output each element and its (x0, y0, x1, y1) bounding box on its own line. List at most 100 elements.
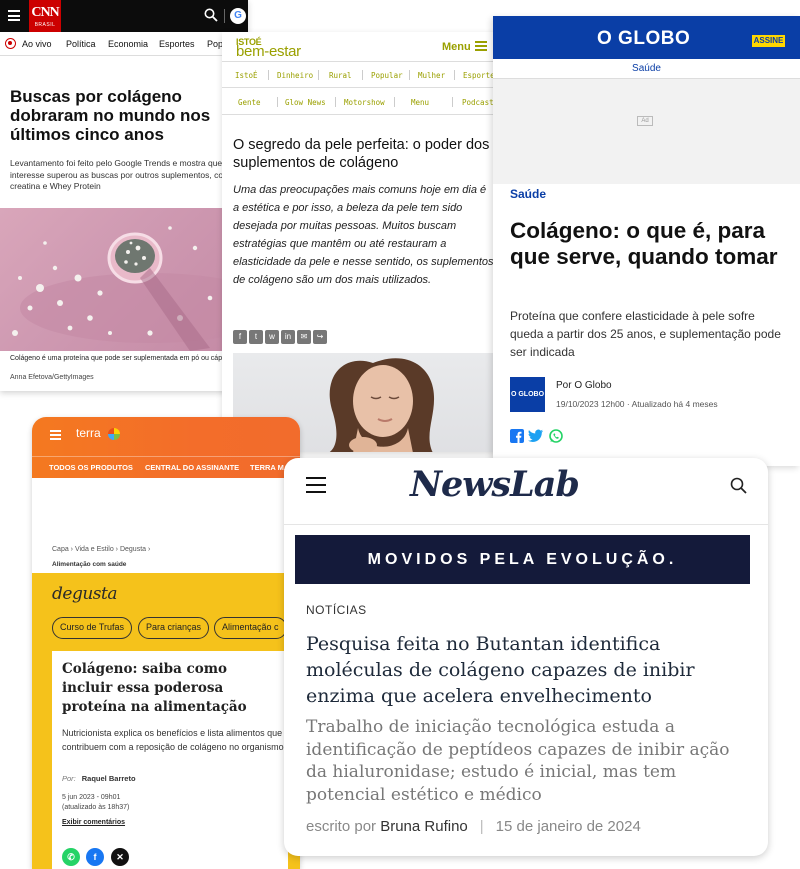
linkedin-icon[interactable]: in (281, 330, 295, 344)
nav-pop[interactable]: Pop (207, 39, 223, 49)
author-name[interactable]: Bruna Rufino (380, 818, 468, 835)
oglobo-headline: Colágeno: o que é, para que serve, quand… (510, 218, 778, 269)
section-title[interactable]: Saúde (493, 59, 800, 79)
category-link[interactable]: Glow News (285, 98, 326, 107)
terra-article-card: terra TODOS OS PRODUTOS CENTRAL DO ASSIN… (32, 417, 300, 869)
search-icon[interactable] (730, 477, 747, 494)
newslab-logo[interactable]: NewsLab (410, 464, 580, 505)
author-line: Por: Raquel Barreto (62, 774, 136, 783)
terra-subnav: TODOS OS PRODUTOS CENTRAL DO ASSINANTE T… (32, 456, 300, 478)
cnn-logo-text: CNN (31, 5, 59, 20)
live-dot-icon (5, 38, 16, 49)
category-link[interactable]: Mulher (418, 71, 445, 80)
category-link[interactable]: Dinheiro (277, 71, 313, 80)
cnn-article-card: CNN BRASIL G Ao vivo Política Economia E… (0, 0, 248, 391)
search-icon[interactable] (204, 8, 218, 22)
cnn-logo-subtext: BRASIL (34, 22, 56, 28)
publish-date: 5 jun 2023 - 09h01 (atualizado às 18h37) (62, 793, 129, 813)
terra-logo-icon (108, 428, 120, 440)
category-link[interactable]: Esporte (463, 71, 495, 80)
cnn-logo[interactable]: CNN BRASIL (29, 0, 61, 32)
photo-caption: Colágeno é uma proteína que pode ser sup… (10, 355, 239, 362)
nav-all-products[interactable]: TODOS OS PRODUTOS (49, 463, 133, 472)
whatsapp-icon[interactable] (549, 429, 563, 443)
menu-icon[interactable] (8, 10, 20, 21)
nav-economia[interactable]: Economia (108, 39, 148, 49)
category-link[interactable]: Popular (371, 71, 403, 80)
terra-logo[interactable]: terra (76, 426, 101, 440)
author-name: Por O Globo (556, 380, 612, 391)
nav-politica[interactable]: Política (66, 39, 96, 49)
share-bar: f t w in ✉ ↪ (233, 330, 329, 344)
ad-label: Ad (637, 116, 653, 126)
tag-pill[interactable]: Curso de Trufas (52, 617, 133, 639)
istoe-headline: O segredo da pele perfeita: o poder dos … (233, 137, 490, 171)
section-label[interactable]: NOTÍCIAS (306, 603, 367, 617)
nav-subscriber-center[interactable]: CENTRAL DO ASSINANTE (145, 463, 239, 472)
category-link[interactable]: Rural (329, 71, 352, 80)
menu-button[interactable]: Menu (442, 41, 471, 53)
newslab-article-card: NewsLab MOVIDOS PELA EVOLUÇÃO. NOTÍCIAS … (284, 458, 768, 856)
oglobo-logo[interactable]: O GLOBO (597, 28, 690, 50)
twitter-icon[interactable]: t (249, 330, 263, 344)
oglobo-article-card: O GLOBO ASSINE Saúde Ad Saúde Colágeno: … (493, 16, 800, 466)
subscribe-button[interactable]: ASSINE (752, 35, 785, 47)
twitter-icon[interactable] (528, 429, 544, 443)
menu-icon[interactable] (50, 430, 61, 440)
divider: | (479, 818, 484, 835)
updated-text: (atualizado às 18h37) (62, 804, 130, 811)
breadcrumb-subsection[interactable]: Alimentação com saúde (52, 561, 126, 568)
tag-pill[interactable]: Para crianças (138, 617, 210, 639)
nav-live[interactable]: Ao vivo (22, 39, 52, 49)
collagen-powder-photo (0, 208, 248, 351)
share-bar (510, 429, 563, 448)
terra-header: terra TODOS OS PRODUTOS CENTRAL DO ASSIN… (32, 417, 300, 478)
istoe-logo[interactable]: bem-estar (236, 43, 301, 60)
photo-credit: Anna Efetova/GettyImages (10, 374, 94, 381)
date-text: 5 jun 2023 - 09h01 (62, 794, 121, 801)
author-avatar: O GLOBO (510, 377, 545, 412)
istoe-body: Uma das preocupações mais comuns hoje em… (233, 184, 494, 286)
istoe-category-row-1: IstoÉ Dinheiro Rural Popular Mulher Espo… (222, 62, 502, 88)
show-comments-link[interactable]: Exibir comentários (62, 819, 125, 826)
category-link[interactable]: IstoÉ (235, 71, 258, 80)
terra-headline: Colágeno: saiba como incluir essa podero… (62, 661, 247, 715)
google-icon[interactable]: G (230, 8, 246, 24)
slogan-banner: MOVIDOS PELA EVOLUÇÃO. (295, 535, 750, 584)
category-link[interactable]: Motorshow (344, 98, 385, 107)
terra-lead: Nutricionista explica os benefícios e li… (62, 728, 284, 752)
article-kicker[interactable]: Saúde (510, 187, 546, 201)
facebook-icon[interactable]: f (233, 330, 247, 344)
cnn-topbar: CNN BRASIL G (0, 0, 248, 32)
divider (224, 9, 225, 23)
byline: escrito por Bruna Rufino | 15 de janeiro d… (306, 818, 641, 835)
author-label: Por: (62, 774, 76, 783)
menu-icon[interactable] (475, 41, 487, 51)
email-icon[interactable]: ✉ (297, 330, 311, 344)
oglobo-lead: Proteína que confere elasticidade à pele… (510, 309, 781, 359)
degusta-logo[interactable]: degusta (52, 584, 117, 604)
category-link[interactable]: Menu (411, 98, 429, 107)
nav-esportes[interactable]: Esportes (159, 39, 195, 49)
menu-icon[interactable] (306, 477, 326, 493)
facebook-icon[interactable] (510, 429, 524, 443)
whatsapp-icon[interactable]: w (265, 330, 279, 344)
whatsapp-icon[interactable]: ✆ (62, 848, 80, 866)
x-icon[interactable]: ✕ (111, 848, 129, 866)
byline-prefix: escrito por (306, 818, 377, 835)
divider (284, 524, 768, 525)
istoe-category-row-2: Gente Glow News Motorshow Menu Podcast (222, 89, 502, 115)
share-icon[interactable]: ↪ (313, 330, 327, 344)
category-link[interactable]: Gente (238, 98, 261, 107)
cnn-lead: Levantamento foi feito pelo Google Trend… (10, 158, 235, 191)
newslab-headline: Pesquisa feita no Butantan identifica mo… (306, 633, 695, 707)
ad-slot: Ad (493, 79, 800, 184)
breadcrumb[interactable]: Capa › Vida e Estilo › Degusta › (52, 546, 150, 553)
tag-pill[interactable]: Alimentação c (214, 617, 287, 639)
publish-date: 15 de janeiro de 2024 (495, 818, 641, 835)
istoe-header: ISTOÉ bem-estar Menu (222, 32, 502, 62)
category-link[interactable]: Podcast (462, 98, 494, 107)
oglobo-header: O GLOBO ASSINE (493, 16, 800, 59)
author-name: Raquel Barreto (81, 774, 136, 783)
facebook-icon[interactable]: f (86, 848, 104, 866)
